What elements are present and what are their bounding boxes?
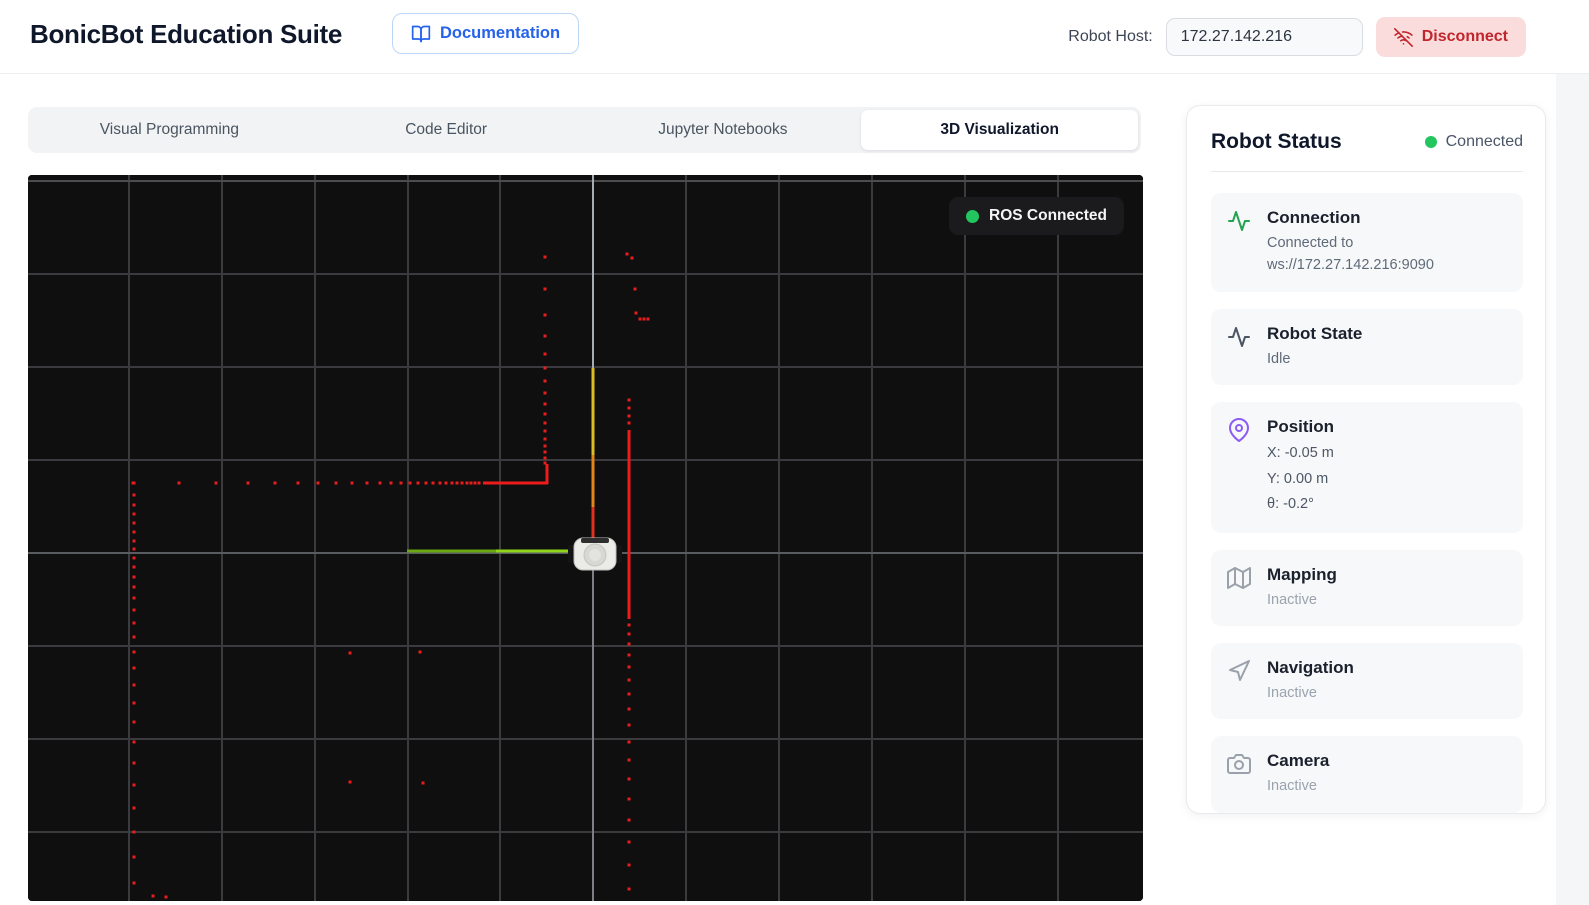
disconnect-button[interactable]: Disconnect bbox=[1375, 17, 1526, 57]
robot-host-input[interactable] bbox=[1165, 18, 1363, 56]
lidar-scene bbox=[28, 175, 1143, 901]
tab-jupyter-notebooks[interactable]: Jupyter Notebooks bbox=[585, 110, 862, 150]
status-card-connection: Connection Connected to ws://172.27.142.… bbox=[1211, 193, 1523, 292]
status-card-camera: Camera Inactive bbox=[1211, 736, 1523, 813]
status-label: Connected bbox=[1445, 133, 1523, 150]
card-title: Camera bbox=[1267, 751, 1330, 771]
ros-status-badge: ROS Connected bbox=[949, 197, 1124, 235]
card-line: Inactive bbox=[1267, 778, 1317, 795]
panel-divider bbox=[1211, 171, 1523, 172]
wifi-off-icon bbox=[1393, 27, 1413, 47]
tab-3d-visualization[interactable]: 3D Visualization bbox=[861, 110, 1138, 150]
tab-visual-programming[interactable]: Visual Programming bbox=[31, 110, 308, 150]
tab-bar: Visual Programming Code Editor Jupyter N… bbox=[28, 107, 1141, 153]
position-theta: θ: -0.2° bbox=[1267, 496, 1314, 513]
panel-title: Robot Status bbox=[1211, 130, 1342, 153]
camera-icon bbox=[1227, 752, 1251, 776]
app-header: BonicBot Education Suite Documentation R… bbox=[0, 0, 1589, 74]
navigation-icon bbox=[1227, 659, 1251, 683]
page-right-gutter bbox=[1556, 74, 1589, 905]
card-line: Inactive bbox=[1267, 591, 1317, 608]
card-line: Connected to bbox=[1267, 235, 1354, 251]
status-card-position: Position X: -0.05 m Y: 0.00 m θ: -0.2° bbox=[1211, 402, 1523, 533]
position-y: Y: 0.00 m bbox=[1267, 470, 1329, 487]
card-title: Robot State bbox=[1267, 323, 1363, 343]
ros-status-dot bbox=[966, 209, 980, 223]
status-card-mapping: Mapping Inactive bbox=[1211, 549, 1523, 626]
card-title: Mapping bbox=[1267, 564, 1337, 584]
documentation-button[interactable]: Documentation bbox=[392, 13, 580, 54]
map-pin-icon bbox=[1227, 418, 1251, 443]
map-icon bbox=[1227, 566, 1251, 590]
ros-status-label: ROS Connected bbox=[989, 207, 1107, 224]
card-title: Connection bbox=[1267, 208, 1361, 227]
card-line: Idle bbox=[1267, 350, 1291, 367]
viz-3d-canvas[interactable]: ROS Connected bbox=[28, 175, 1143, 901]
robot-host-label: Robot Host: bbox=[1068, 28, 1153, 45]
status-card-robot-state: Robot State Idle bbox=[1211, 308, 1523, 386]
page-title: BonicBot Education Suite bbox=[30, 19, 343, 49]
card-title: Position bbox=[1267, 417, 1335, 437]
tab-code-editor[interactable]: Code Editor bbox=[308, 110, 585, 150]
disconnect-button-label: Disconnect bbox=[1421, 28, 1508, 45]
status-dot bbox=[1424, 136, 1437, 148]
robot-status-panel: Robot Status Connected Connection Connec… bbox=[1186, 105, 1546, 814]
status-card-navigation: Navigation Inactive bbox=[1211, 643, 1523, 720]
connection-status: Connected bbox=[1424, 133, 1523, 151]
card-title: Navigation bbox=[1267, 658, 1354, 677]
card-line: Inactive bbox=[1267, 685, 1317, 701]
position-x: X: -0.05 m bbox=[1267, 445, 1334, 462]
book-open-icon bbox=[411, 24, 431, 44]
activity-icon bbox=[1227, 325, 1251, 349]
activity-icon bbox=[1227, 209, 1251, 233]
documentation-button-label: Documentation bbox=[440, 24, 561, 42]
card-line: ws://172.27.142.216:9090 bbox=[1267, 257, 1434, 274]
